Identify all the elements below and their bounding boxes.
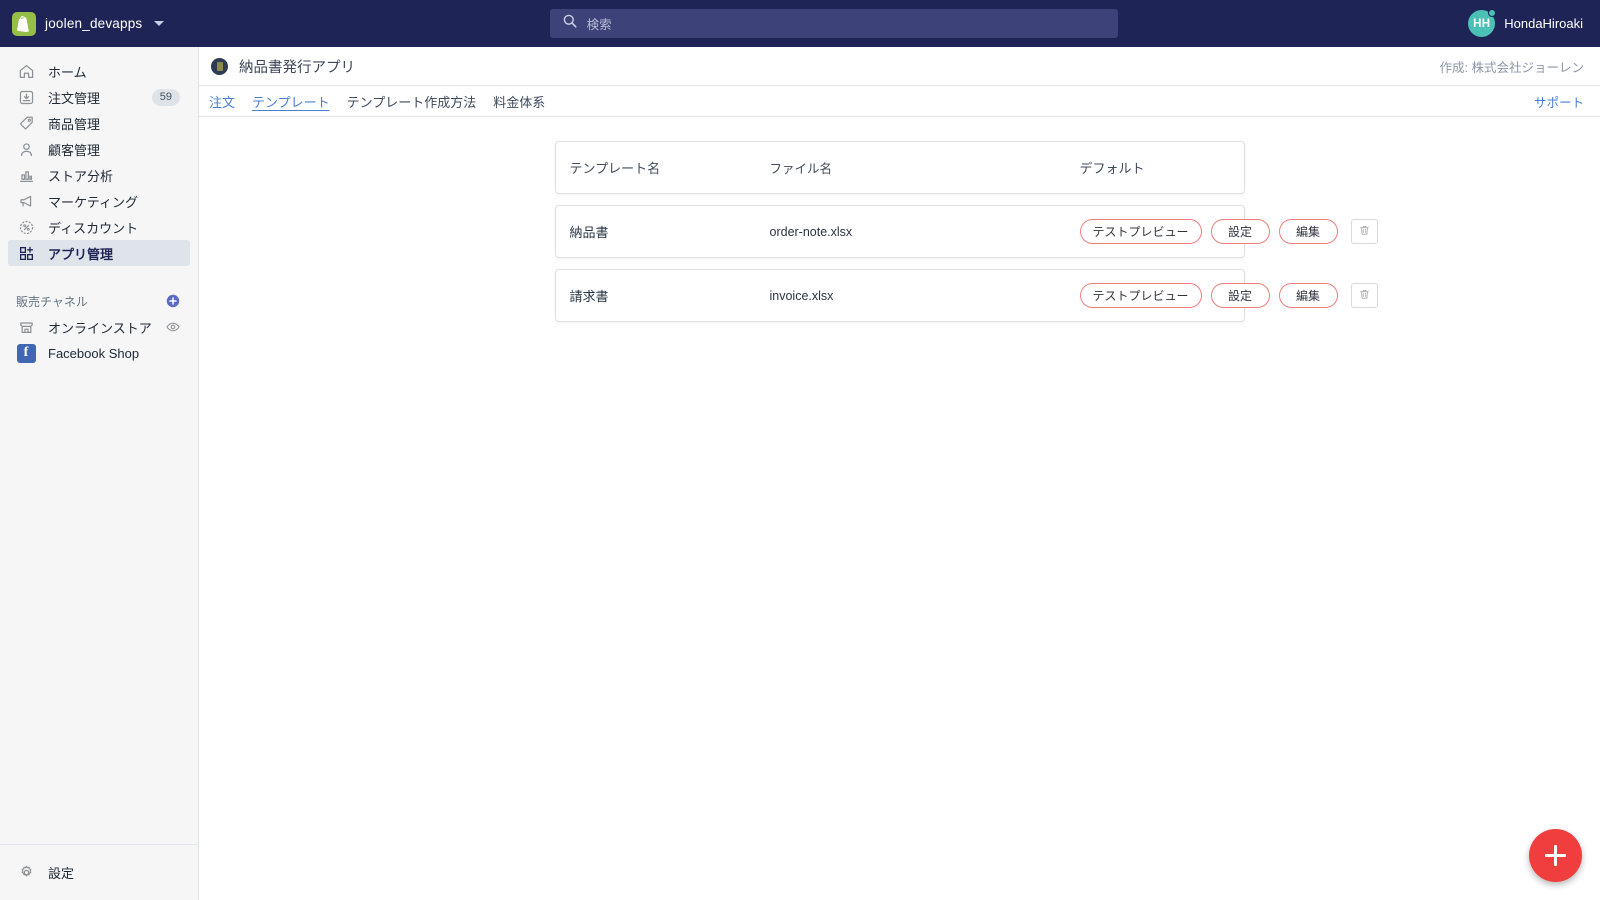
sidebar-item-label: 顧客管理 (48, 142, 101, 158)
sidebar-item-label: ディスカウント (48, 220, 139, 236)
sidebar-item-label: ストア分析 (48, 168, 114, 184)
sidebar-item-settings[interactable]: 設定 (8, 860, 190, 886)
search-area: 検索 (199, 9, 1468, 38)
test-preview-button[interactable]: テストプレビュー (1079, 283, 1202, 308)
tab-list: 注文 テンプレート テンプレート作成方法 料金体系 (209, 92, 545, 111)
sidebar-item-online-store[interactable]: オンラインストア (8, 314, 190, 340)
tab-template-howto[interactable]: テンプレート作成方法 (347, 92, 477, 111)
tag-icon (16, 113, 36, 133)
sidebar-item-orders[interactable]: 注文管理 59 (8, 84, 190, 110)
apps-grid-icon (16, 243, 36, 263)
template-file-name: order-note.xlsx (769, 224, 853, 239)
avatar: HH (1468, 9, 1497, 37)
user-menu[interactable]: HH HondaHiroaki (1468, 9, 1600, 37)
store-switcher[interactable]: joolen_devapps (0, 0, 199, 47)
sidebar-item-marketing[interactable]: マーケティング (8, 188, 190, 214)
page-title: 納品書発行アプリ (239, 59, 355, 76)
plus-circle-icon[interactable] (164, 292, 182, 310)
app-circle-icon (211, 57, 228, 75)
tab-pricing[interactable]: 料金体系 (493, 92, 545, 111)
table-header-row: テンプレート名 ファイル名 デフォルト (556, 142, 1244, 193)
trash-icon (1358, 288, 1371, 304)
home-icon (16, 61, 36, 81)
delete-button[interactable] (1350, 219, 1378, 244)
add-template-fab[interactable] (1529, 829, 1582, 882)
sales-channels-header: 販売チャネル (0, 288, 198, 314)
caret-down-icon (154, 21, 165, 26)
search-placeholder: 検索 (586, 18, 612, 32)
edit-button[interactable]: 編集 (1278, 219, 1338, 244)
template-file-name: invoice.xlsx (769, 288, 834, 303)
notification-dot-icon (1488, 9, 1497, 17)
sidebar-item-home[interactable]: ホーム (8, 58, 190, 84)
tab-templates[interactable]: テンプレート (252, 92, 330, 111)
sidebar: ホーム 注文管理 59 商品管理 顧客管理 ストア分析 マーケティング ディスカ… (0, 47, 199, 900)
sidebar-item-apps[interactable]: アプリ管理 (8, 240, 190, 266)
template-name: 請求書 (569, 289, 609, 304)
app-author: 作成: 株式会社ジョーレン (1439, 60, 1584, 75)
eye-icon[interactable] (164, 318, 182, 336)
app-header: 納品書発行アプリ 作成: 株式会社ジョーレン (199, 47, 1600, 86)
main-content: 納品書発行アプリ 作成: 株式会社ジョーレン 注文 テンプレート テンプレート作… (199, 47, 1600, 900)
app-title-group: 納品書発行アプリ (211, 56, 355, 77)
app-root: joolen_devapps 検索 HH HondaHiroaki ホーム 注文… (0, 0, 1600, 900)
orders-count-badge: 59 (151, 88, 180, 106)
table-header-card: テンプレート名 ファイル名 デフォルト (554, 141, 1245, 194)
template-name: 納品書 (569, 225, 609, 240)
sidebar-item-label: Facebook Shop (48, 345, 140, 361)
sidebar-item-label: 設定 (48, 866, 75, 881)
bar-chart-icon (16, 165, 36, 185)
row-actions: テストプレビュー 設定 編集 (1079, 283, 1378, 308)
sidebar-nav: ホーム 注文管理 59 商品管理 顧客管理 ストア分析 マーケティング ディスカ… (0, 47, 198, 366)
sidebar-item-label: 商品管理 (48, 116, 101, 132)
sidebar-item-label: 注文管理 (48, 90, 101, 106)
template-row-invoice: 請求書 invoice.xlsx テストプレビュー 設定 編集 (556, 270, 1378, 321)
sidebar-item-label: オンラインストア (48, 320, 152, 336)
table-row: 請求書 invoice.xlsx テストプレビュー 設定 編集 (554, 269, 1378, 322)
column-header-template-name: テンプレート名 (569, 161, 661, 176)
megaphone-icon (16, 191, 36, 211)
shopify-bag-icon (12, 11, 36, 36)
sidebar-item-analytics[interactable]: ストア分析 (8, 162, 190, 188)
edit-button[interactable]: 編集 (1278, 283, 1338, 308)
delete-button[interactable] (1350, 283, 1378, 308)
column-header-file-name: ファイル名 (769, 162, 833, 176)
template-row-order-note: 納品書 order-note.xlsx テストプレビュー 設定 編集 (556, 206, 1378, 257)
discount-percent-icon (16, 217, 36, 237)
sidebar-item-customers[interactable]: 顧客管理 (8, 136, 190, 162)
facebook-icon: f (16, 343, 36, 363)
sidebar-item-discounts[interactable]: ディスカウント (8, 214, 190, 240)
sales-channels-title: 販売チャネル (16, 294, 88, 309)
sidebar-item-label: マーケティング (48, 194, 138, 210)
column-header-default: デフォルト (1079, 161, 1145, 176)
support-link[interactable]: サポート (1534, 92, 1584, 111)
settings-button[interactable]: 設定 (1210, 219, 1270, 244)
store-name: joolen_devapps (45, 16, 143, 31)
sidebar-item-products[interactable]: 商品管理 (8, 110, 190, 136)
orders-inbox-icon (16, 87, 36, 107)
gear-icon (16, 863, 36, 883)
person-icon (16, 139, 36, 159)
sidebar-item-facebook-shop[interactable]: f Facebook Shop (8, 340, 190, 366)
sidebar-item-label: ホーム (48, 64, 87, 80)
test-preview-button[interactable]: テストプレビュー (1079, 219, 1202, 244)
sidebar-settings[interactable]: 設定 (0, 844, 198, 900)
table-row: 納品書 order-note.xlsx テストプレビュー 設定 編集 (554, 205, 1378, 258)
templates-table: テンプレート名 ファイル名 デフォルト 納品書 order-note.xlsx … (199, 117, 1600, 322)
row-actions: テストプレビュー 設定 編集 (1079, 219, 1378, 244)
search-icon (563, 14, 577, 33)
settings-button[interactable]: 設定 (1210, 283, 1270, 308)
storefront-icon (16, 317, 36, 337)
trash-icon (1358, 224, 1371, 240)
top-bar: joolen_devapps 検索 HH HondaHiroaki (0, 0, 1600, 47)
app-tabbar: 注文 テンプレート テンプレート作成方法 料金体系 サポート (199, 86, 1600, 117)
sidebar-item-label: アプリ管理 (48, 246, 114, 262)
search-input[interactable]: 検索 (549, 9, 1118, 38)
tab-orders[interactable]: 注文 (209, 92, 235, 111)
user-name: HondaHiroaki (1504, 16, 1583, 31)
